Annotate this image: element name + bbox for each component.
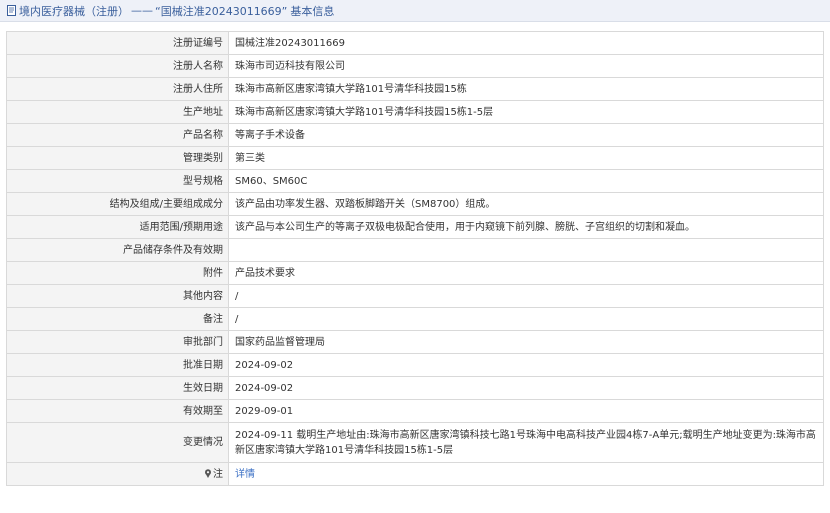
row-value: 2024-09-11 载明生产地址由:珠海市高新区唐家湾镇科技七路1号珠海中电高… (228, 422, 824, 463)
row-label: 注册证编号 (6, 31, 229, 55)
note-label-cell: 注 (6, 462, 229, 486)
row-value: 产品技术要求 (228, 261, 824, 285)
table-row: 其他内容 / (6, 284, 824, 308)
table-row: 产品储存条件及有效期 (6, 238, 824, 262)
row-label: 结构及组成/主要组成成分 (6, 192, 229, 216)
row-label: 产品储存条件及有效期 (6, 238, 229, 262)
note-label: 注 (213, 468, 223, 480)
row-value: 2024-09-02 (228, 353, 824, 377)
row-label: 有效期至 (6, 399, 229, 423)
row-value: 国械注准20243011669 (228, 31, 824, 55)
row-label: 注册人名称 (6, 54, 229, 78)
document-icon (7, 5, 16, 16)
row-value: / (228, 307, 824, 331)
row-label: 其他内容 (6, 284, 229, 308)
breadcrumb-separator: —— (131, 4, 153, 17)
table-row: 附件 产品技术要求 (6, 261, 824, 285)
row-label: 适用范围/预期用途 (6, 215, 229, 239)
row-value: SM60、SM60C (228, 169, 824, 193)
table-row: 产品名称 等离子手术设备 (6, 123, 824, 147)
breadcrumb-registration-title: “国械注准20243011669” (155, 4, 288, 18)
row-label: 型号规格 (6, 169, 229, 193)
row-value: 该产品由功率发生器、双踏板脚踏开关（SM8700）组成。 (228, 192, 824, 216)
table-row: 注册人名称 珠海市司迈科技有限公司 (6, 54, 824, 78)
location-pin-icon (205, 468, 211, 478)
table-row: 注册人住所 珠海市高新区唐家湾镇大学路101号清华科技园15栋 (6, 77, 824, 101)
table-row: 有效期至 2029-09-01 (6, 399, 824, 423)
row-label: 生产地址 (6, 100, 229, 124)
table-row: 型号规格 SM60、SM60C (6, 169, 824, 193)
table-row: 备注 / (6, 307, 824, 331)
details-link[interactable]: 详情 (235, 469, 255, 480)
breadcrumb-category-link[interactable]: 境内医疗器械（注册） (19, 3, 129, 19)
table-row: 变更情况 2024-09-11 载明生产地址由:珠海市高新区唐家湾镇科技七路1号珠… (6, 422, 824, 463)
row-label: 管理类别 (6, 146, 229, 170)
row-value (228, 238, 824, 262)
table-row: 注册证编号 国械注准20243011669 (6, 31, 824, 55)
row-value: 2029-09-01 (228, 399, 824, 423)
row-value: 珠海市司迈科技有限公司 (228, 54, 824, 78)
row-value: 珠海市高新区唐家湾镇大学路101号清华科技园15栋1-5层 (228, 100, 824, 124)
note-row: 注 详情 (6, 462, 824, 486)
row-value: 等离子手术设备 (228, 123, 824, 147)
row-label: 产品名称 (6, 123, 229, 147)
table-row: 结构及组成/主要组成成分 该产品由功率发生器、双踏板脚踏开关（SM8700）组成。 (6, 192, 824, 216)
row-label: 注册人住所 (6, 77, 229, 101)
row-value: 珠海市高新区唐家湾镇大学路101号清华科技园15栋 (228, 77, 824, 101)
table-row: 批准日期 2024-09-02 (6, 353, 824, 377)
row-value: / (228, 284, 824, 308)
row-label: 生效日期 (6, 376, 229, 400)
row-value: 第三类 (228, 146, 824, 170)
row-label: 批准日期 (6, 353, 229, 377)
table-row: 适用范围/预期用途 该产品与本公司生产的等离子双极电极配合使用，用于内窥镜下前列腺… (6, 215, 824, 239)
registration-info-table: 注册证编号 国械注准20243011669 注册人名称 珠海市司迈科技有限公司 注册… (6, 31, 824, 486)
row-value: 2024-09-02 (228, 376, 824, 400)
row-value: 该产品与本公司生产的等离子双极电极配合使用，用于内窥镜下前列腺、膀胱、子宫组织的… (228, 215, 824, 239)
table-row: 管理类别 第三类 (6, 146, 824, 170)
row-label: 附件 (6, 261, 229, 285)
table-row: 审批部门 国家药品监督管理局 (6, 330, 824, 354)
breadcrumb: 境内医疗器械（注册） —— “国械注准20243011669” 基本信息 (0, 0, 830, 22)
row-label: 变更情况 (6, 422, 229, 463)
row-label: 审批部门 (6, 330, 229, 354)
table-row: 生产地址 珠海市高新区唐家湾镇大学路101号清华科技园15栋1-5层 (6, 100, 824, 124)
breadcrumb-suffix: 基本信息 (290, 4, 335, 18)
table-row: 生效日期 2024-09-02 (6, 376, 824, 400)
note-value: 详情 (228, 462, 824, 486)
row-value: 国家药品监督管理局 (228, 330, 824, 354)
row-label: 备注 (6, 307, 229, 331)
